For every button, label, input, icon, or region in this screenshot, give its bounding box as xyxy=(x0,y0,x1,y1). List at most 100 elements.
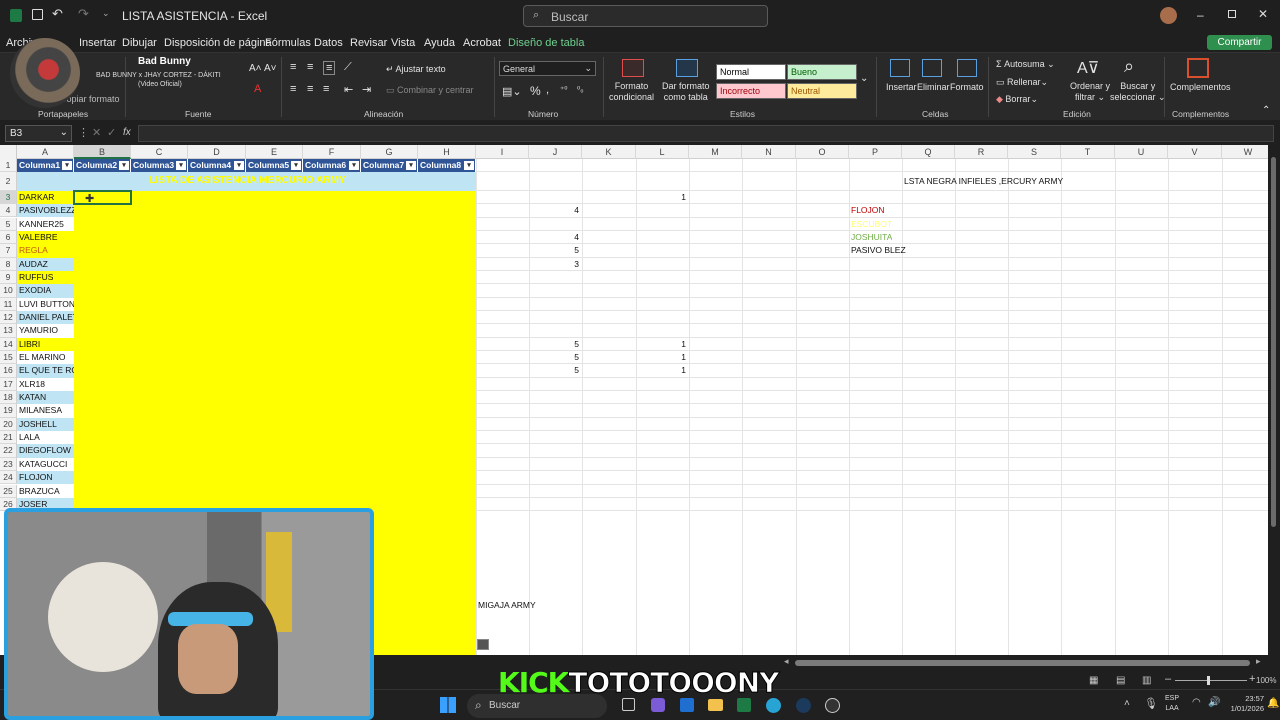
formula-options-icon[interactable]: ⋮ xyxy=(78,126,89,139)
column-header-m[interactable]: M xyxy=(689,145,742,159)
column-header-t[interactable]: T xyxy=(1061,145,1115,159)
blacklist-title[interactable]: LSTA NEGRA INFIELES ,ERCURY ARMY xyxy=(902,175,1063,188)
column-header-g[interactable]: G xyxy=(361,145,418,159)
outlook-icon[interactable] xyxy=(680,698,694,712)
scroll-thumb[interactable] xyxy=(1271,157,1276,527)
filter-dropdown-icon[interactable]: ▾ xyxy=(234,161,244,170)
maximize-icon[interactable] xyxy=(1228,10,1236,18)
style-bueno[interactable]: Bueno xyxy=(787,64,857,80)
name-cell[interactable]: AUDAZ xyxy=(17,257,74,271)
row-header-2[interactable]: 2 xyxy=(0,172,17,191)
search-box[interactable]: ⌕ Buscar xyxy=(523,5,768,27)
customize-qat-icon[interactable]: ⌄ xyxy=(102,8,110,19)
minimize-icon[interactable]: – xyxy=(1197,8,1204,22)
table-header-2[interactable]: Columna2 ▾ xyxy=(74,159,131,173)
wifi-icon[interactable]: ◠ xyxy=(1192,697,1201,708)
outdent-icon[interactable]: ⇥ xyxy=(362,83,371,96)
steam-icon[interactable] xyxy=(796,698,811,713)
table-header-5[interactable]: Columna5 ▾ xyxy=(246,159,303,173)
blacklist-item[interactable]: PASIVO BLEZ xyxy=(849,244,906,257)
row-header-13[interactable]: 13 xyxy=(0,324,17,338)
migaja-army-cell[interactable]: MIGAJA ARMY xyxy=(476,599,536,612)
windows-start-icon[interactable] xyxy=(440,697,456,713)
column-header-p[interactable]: P xyxy=(849,145,902,159)
column-header-s[interactable]: S xyxy=(1008,145,1061,159)
indent-icon[interactable]: ⇤ xyxy=(344,83,353,96)
clear-button[interactable]: ◆ Borrar⌄ xyxy=(996,94,1038,105)
collapse-ribbon-icon[interactable]: ⌃ xyxy=(1262,105,1270,116)
column-header-k[interactable]: K xyxy=(582,145,636,159)
undo-icon[interactable]: ↶ xyxy=(52,6,63,22)
table-header-6[interactable]: Columna6 ▾ xyxy=(303,159,361,173)
table-header-7[interactable]: Columna7 ▾ xyxy=(361,159,418,173)
column-header-d[interactable]: D xyxy=(188,145,246,159)
select-all-corner[interactable] xyxy=(0,145,17,159)
orientation-icon[interactable]: ⟋ xyxy=(344,61,352,74)
zoom-level[interactable]: 100% xyxy=(1256,676,1276,685)
format-table-icon[interactable] xyxy=(676,59,698,77)
close-icon[interactable]: ✕ xyxy=(1258,7,1268,21)
column-header-q[interactable]: Q xyxy=(902,145,955,159)
scroll-left-icon[interactable]: ◂ xyxy=(784,656,789,667)
name-cell[interactable]: DIEGOFLOW xyxy=(17,444,74,458)
obs-icon[interactable] xyxy=(825,698,840,713)
row-header-18[interactable]: 18 xyxy=(0,391,17,405)
name-cell[interactable]: PASIVOBLEZZ xyxy=(17,204,74,218)
column-header-h[interactable]: H xyxy=(418,145,476,159)
column-header-r[interactable]: R xyxy=(955,145,1008,159)
column-header-e[interactable]: E xyxy=(246,145,303,159)
row-header-19[interactable]: 19 xyxy=(0,404,17,418)
number-cell-j16[interactable]: 5 xyxy=(559,365,579,375)
menu-vista[interactable]: Vista xyxy=(391,37,415,49)
addins-icon[interactable] xyxy=(1187,58,1209,78)
filter-dropdown-icon[interactable]: ▾ xyxy=(62,161,72,170)
find-select-icon[interactable]: ⌕ xyxy=(1124,56,1134,77)
font-color-icon[interactable]: A xyxy=(254,83,261,95)
number-cell-j7[interactable]: 5 xyxy=(559,245,579,255)
addins-button[interactable]: Complementos xyxy=(1170,82,1231,92)
row-header-10[interactable]: 10 xyxy=(0,284,17,298)
name-cell[interactable]: BRAZUCA xyxy=(17,484,74,498)
user-avatar[interactable] xyxy=(1160,7,1177,24)
column-header-n[interactable]: N xyxy=(742,145,796,159)
insert-function-icon[interactable]: fx xyxy=(123,127,131,138)
fill-button[interactable]: ▭ Rellenar⌄ xyxy=(996,77,1048,88)
row-header-1[interactable]: 1 xyxy=(0,159,17,173)
row-header-17[interactable]: 17 xyxy=(0,377,17,392)
number-cell-l15[interactable]: 1 xyxy=(666,352,686,362)
page-break-icon[interactable]: ▥ xyxy=(1142,675,1151,686)
increase-decimal-icon[interactable]: ⁺⁰ xyxy=(560,85,567,94)
scroll-right-icon[interactable]: ▸ xyxy=(1256,656,1261,667)
number-format-select[interactable]: General ⌄ xyxy=(499,61,596,76)
row-header-6[interactable]: 6 xyxy=(0,230,17,245)
row-header-24[interactable]: 24 xyxy=(0,471,17,485)
blacklist-item[interactable]: JOSHUITA xyxy=(849,231,892,244)
thousands-icon[interactable]: , xyxy=(546,84,549,96)
number-cell-j15[interactable]: 5 xyxy=(559,352,579,362)
style-neutral[interactable]: Neutral xyxy=(787,83,857,99)
menu-acrobat[interactable]: Acrobat xyxy=(463,37,501,49)
confirm-formula-icon[interactable]: ✓ xyxy=(107,126,116,139)
row-header-4[interactable]: 4 xyxy=(0,204,17,218)
name-cell[interactable]: RUFFUS xyxy=(17,270,74,285)
merge-center-button[interactable]: ▭ Combinar y centrar xyxy=(386,85,474,96)
autosum-button[interactable]: Σ Autosuma ⌄ xyxy=(996,59,1055,70)
hscroll-thumb[interactable] xyxy=(795,660,1250,666)
cancel-formula-icon[interactable]: ✕ xyxy=(92,126,101,139)
zoom-slider[interactable] xyxy=(1175,680,1247,681)
align-center-icon[interactable]: ≡ xyxy=(307,83,313,95)
formula-input[interactable] xyxy=(138,125,1274,142)
column-header-a[interactable]: A xyxy=(17,145,74,159)
name-cell[interactable]: DANIEL PALET xyxy=(17,310,74,325)
name-cell[interactable]: KANNER25 xyxy=(17,217,74,231)
language-label[interactable]: ESP LAA xyxy=(1165,694,1179,714)
name-cell[interactable]: EL QUE TE ROI xyxy=(17,364,74,378)
font-shrink-icon[interactable]: A˅ xyxy=(264,63,277,74)
row-header-22[interactable]: 22 xyxy=(0,444,17,458)
column-header-w[interactable]: W xyxy=(1222,145,1268,159)
column-header-v[interactable]: V xyxy=(1168,145,1222,159)
menu-revisar[interactable]: Revisar xyxy=(350,37,387,49)
find-select-button[interactable]: Buscar y seleccionar ⌄ xyxy=(1110,81,1166,103)
currency-icon[interactable]: ▤⌄ xyxy=(502,85,522,98)
filter-dropdown-icon[interactable]: ▾ xyxy=(349,161,359,170)
